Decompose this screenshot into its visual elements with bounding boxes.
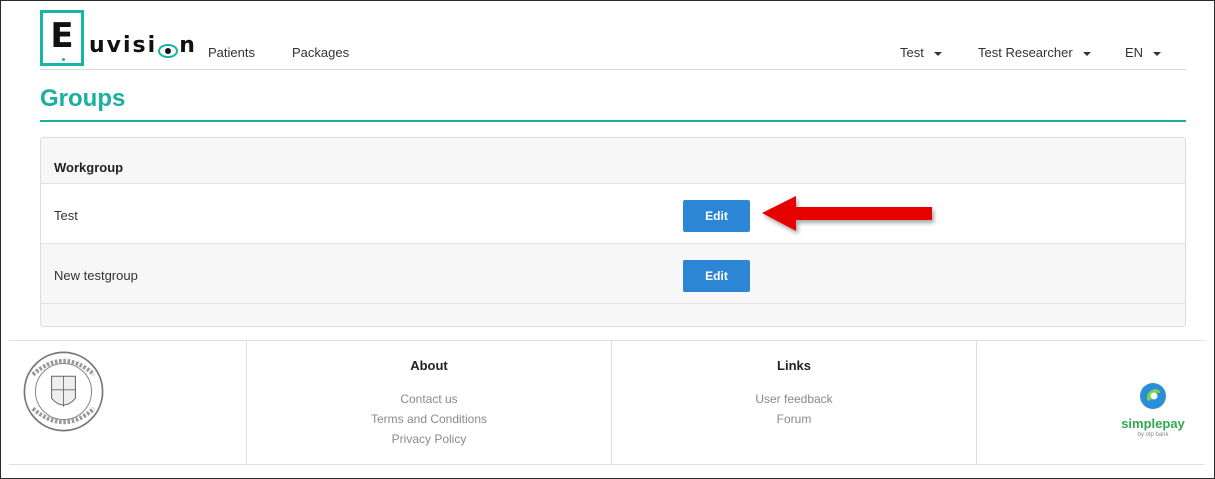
table-header: Workgroup xyxy=(41,138,1185,184)
footer-payment-column: simplepay by otp bank xyxy=(977,341,1205,465)
edit-button[interactable]: Edit xyxy=(683,200,750,232)
group-name: Test xyxy=(54,208,78,223)
footer-links-title: Links xyxy=(777,358,811,373)
footer-about-title: About xyxy=(410,358,448,373)
caret-down-icon xyxy=(1082,51,1091,56)
logo-mark: E xyxy=(40,10,84,66)
logo-word-start: uvisi xyxy=(89,33,158,58)
nav-packages[interactable]: Packages xyxy=(292,45,349,60)
privacy-policy-link[interactable]: Privacy Policy xyxy=(247,429,611,449)
simplepay-wordmark: simplepay xyxy=(1121,416,1185,431)
logo-letter: E xyxy=(50,16,74,56)
language-dropdown[interactable]: EN xyxy=(1125,45,1162,60)
user-dropdown[interactable]: Test Researcher xyxy=(978,45,1091,60)
contact-us-link[interactable]: Contact us xyxy=(247,389,611,409)
eye-icon xyxy=(158,39,179,58)
terms-link[interactable]: Terms and Conditions xyxy=(247,409,611,429)
logo-wordmark: uvisi n xyxy=(89,33,197,58)
footer: About Contact us Terms and Conditions Pr… xyxy=(9,340,1205,465)
caret-down-icon xyxy=(1153,51,1162,56)
annotation-arrow-icon xyxy=(760,193,940,242)
navbar: E uvisi n Patients Packages Test Test Re… xyxy=(40,8,1186,70)
footer-about-column: About Contact us Terms and Conditions Pr… xyxy=(247,341,612,465)
title-divider xyxy=(40,120,1186,122)
footer-logo-column xyxy=(9,341,247,465)
euvision-logo[interactable]: E uvisi n xyxy=(40,8,197,66)
simplepay-icon xyxy=(1140,383,1166,409)
table-row: Test Edit xyxy=(41,184,1185,244)
groups-table: Workgroup Test Edit New testgroup Edit xyxy=(40,137,1186,327)
logo-word-end: n xyxy=(179,33,197,58)
footer-links-column: Links User feedback Forum xyxy=(612,341,977,465)
forum-link[interactable]: Forum xyxy=(612,409,976,429)
table-row: New testgroup Edit xyxy=(41,244,1185,304)
user-feedback-link[interactable]: User feedback xyxy=(612,389,976,409)
workgroup-dropdown[interactable]: Test xyxy=(900,45,942,60)
university-seal-icon xyxy=(23,351,104,432)
page-title: Groups xyxy=(40,85,126,112)
edit-button[interactable]: Edit xyxy=(683,260,750,292)
simplepay-subtitle: by otp bank xyxy=(1137,432,1169,438)
simplepay-logo[interactable]: simplepay by otp bank xyxy=(1113,381,1193,438)
user-dropdown-label: Test Researcher xyxy=(978,45,1073,60)
caret-down-icon xyxy=(933,51,942,56)
workgroup-dropdown-label: Test xyxy=(900,45,924,60)
logo-dot xyxy=(62,58,65,61)
language-dropdown-label: EN xyxy=(1125,45,1144,60)
column-header-workgroup: Workgroup xyxy=(54,160,124,175)
nav-patients[interactable]: Patients xyxy=(208,45,255,60)
group-name: New testgroup xyxy=(54,268,138,283)
